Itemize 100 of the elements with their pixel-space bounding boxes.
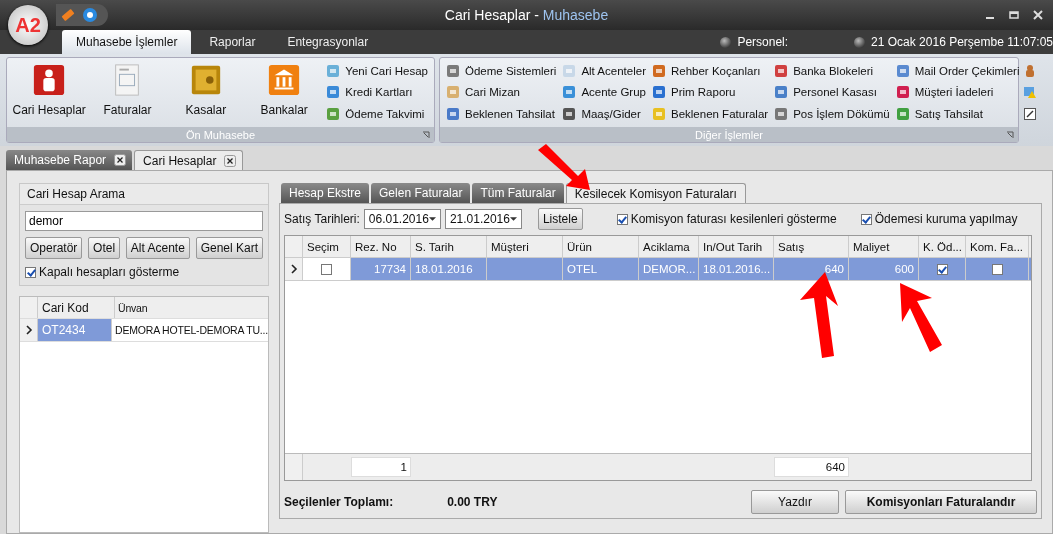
ribbon-button[interactable]: Maaş/Gider — [560, 105, 648, 124]
ribbon-tab[interactable]: Entegrasyonlar — [273, 30, 383, 54]
column-header[interactable]: Satış — [774, 236, 849, 257]
document-tab[interactable]: Muhasebe Rapor — [6, 150, 133, 170]
ribbon-button[interactable]: Müşteri İadeleri — [893, 83, 1022, 102]
menu-item-icon — [562, 63, 577, 78]
ribbon-button[interactable]: Ödeme Sistemleri — [444, 61, 559, 80]
maximize-icon[interactable] — [1009, 10, 1019, 20]
table-cell: 18.01.2016 — [415, 263, 473, 275]
column-header[interactable]: Aciklama — [639, 236, 699, 257]
filter-button[interactable]: Genel Kart — [195, 237, 263, 259]
ribbon-button[interactable]: Acente Grup — [560, 83, 648, 102]
column-header[interactable]: Cari Kod — [38, 297, 115, 318]
checkbox-label: Komisyon faturası kesilenleri gösterme — [630, 212, 837, 226]
ribbon-button[interactable]: Cari Mizan — [444, 83, 559, 102]
menu-item-icon — [651, 63, 666, 78]
bank-icon — [267, 63, 302, 97]
menu-item-icon — [895, 85, 910, 100]
checkbox[interactable] — [25, 266, 36, 278]
ribbon-button[interactable]: Rehber Koçanları — [649, 61, 771, 80]
annotation-arrow — [538, 144, 590, 190]
total-value: 0.00 TRY — [447, 495, 498, 509]
column-header[interactable]: Maliyet — [849, 236, 919, 257]
ribbon-button[interactable]: Cari Hesaplar — [11, 60, 88, 125]
column-header[interactable]: In/Out Tarih — [699, 236, 774, 257]
menu-item-icon — [895, 63, 910, 78]
checkbox[interactable] — [321, 263, 332, 275]
search-field[interactable]: demor — [25, 211, 263, 231]
ribbon-button[interactable]: Prim Raporu — [649, 83, 771, 102]
close-icon[interactable] — [224, 154, 237, 167]
table-cell[interactable]: DEMORA HOTEL-DEMORA TU... — [112, 319, 268, 341]
tab[interactable]: Hesap Ekstre — [281, 183, 370, 203]
ribbon-button[interactable]: Yeni Cari Hesap — [324, 61, 430, 80]
ribbon-button[interactable]: Beklenen Tahsilat — [444, 105, 559, 124]
menu-item-icon — [774, 63, 789, 78]
tab[interactable]: Tüm Faturalar — [472, 183, 564, 203]
checkbox[interactable] — [616, 213, 628, 225]
menu-item-icon — [446, 107, 460, 122]
ribbon-button[interactable]: Pos İşlem Dökümü — [772, 105, 892, 124]
ribbon-button[interactable]: Bankalar — [246, 60, 323, 125]
menu-item-icon — [651, 107, 666, 122]
ribbon-button[interactable]: Beklenen Faturalar — [649, 105, 771, 124]
ribbon-button[interactable]: Kasalar — [167, 60, 244, 125]
action-button[interactable]: Yazdır — [751, 490, 839, 514]
menu-item-icon — [326, 85, 341, 100]
menu-item-icon — [446, 85, 460, 100]
ribbon-tab[interactable]: Muhasebe İşlemler — [62, 30, 192, 54]
date-field[interactable]: 21.01.2016 — [444, 209, 522, 229]
dropdown-arrow-icon[interactable] — [509, 217, 517, 221]
tab[interactable]: Kesilecek Komisyon Faturaları — [565, 183, 746, 203]
ribbon-button[interactable]: Faturalar — [89, 60, 166, 125]
total-label: Seçilenler Toplamı: — [284, 495, 394, 509]
table-cell: 600 — [894, 263, 914, 275]
column-header[interactable]: Rez. No — [351, 236, 411, 257]
menu-item-icon — [326, 63, 341, 78]
filter-label: Satış Tarihleri: — [284, 212, 360, 226]
ribbon-button[interactable]: Ödeme Takvimi — [324, 105, 430, 124]
dropdown-arrow-icon[interactable] — [428, 217, 436, 221]
tab[interactable]: Gelen Faturalar — [371, 183, 471, 203]
column-header[interactable]: Ürün — [563, 236, 639, 257]
summary-cell: 1 — [351, 457, 411, 477]
table-cell: DEMOR... — [643, 263, 696, 275]
column-header[interactable]: Kom. Fa... — [966, 236, 1029, 257]
filter-button[interactable]: Operatör — [25, 237, 83, 259]
menu-item-icon — [326, 107, 341, 122]
checkbox[interactable] — [936, 263, 948, 275]
checkbox[interactable] — [860, 213, 872, 225]
date-field[interactable]: 06.01.2016 — [363, 209, 441, 229]
action-button[interactable]: Komisyonları Faturalandır — [845, 490, 1037, 514]
document-tab[interactable]: Cari Hesaplar — [134, 150, 244, 170]
ribbon-button[interactable]: Personel Kasası — [772, 83, 892, 102]
column-header[interactable]: K. Öd... — [919, 236, 966, 257]
edit-icon[interactable] — [1023, 107, 1038, 122]
datetime-text: 21 Ocak 2016 Perşembe 11:07:05 — [871, 35, 1053, 49]
column-header[interactable]: Ünvan — [115, 297, 268, 318]
ribbon-tab[interactable]: Raporlar — [195, 30, 270, 54]
ribbon-button[interactable]: Kredi Kartları — [324, 83, 430, 102]
list-button[interactable]: Listele — [537, 208, 583, 230]
status-light-icon — [854, 36, 866, 48]
checkbox[interactable] — [991, 263, 1003, 275]
group-title: Diğer İşlemler — [695, 128, 763, 141]
filter-button[interactable]: Alt Acente — [125, 237, 190, 259]
table-cell: 17734 — [374, 263, 406, 275]
status-light-icon — [720, 36, 732, 48]
ribbon-button[interactable]: Banka Blokeleri — [772, 61, 892, 80]
column-header[interactable]: Müşteri — [487, 236, 563, 257]
person-icon — [32, 63, 67, 97]
dialog-launcher-icon[interactable] — [422, 130, 430, 139]
ribbon-button[interactable]: Mail Order Çekimleri — [893, 61, 1022, 80]
filter-button[interactable]: Otel — [88, 237, 121, 259]
dialog-launcher-icon[interactable] — [1006, 130, 1014, 139]
menu-item-icon — [774, 107, 789, 122]
column-header[interactable]: S. Tarih — [411, 236, 487, 257]
panel-title: Cari Hesap Arama — [27, 187, 126, 201]
ribbon-button[interactable]: Satış Tahsilat — [893, 105, 1022, 124]
close-icon[interactable] — [114, 154, 127, 166]
column-header[interactable]: Seçim — [303, 236, 351, 257]
table-cell: 640 — [824, 263, 844, 275]
ribbon-button[interactable]: Alt Acenteler — [560, 61, 648, 80]
row-indicator-icon — [24, 325, 33, 335]
